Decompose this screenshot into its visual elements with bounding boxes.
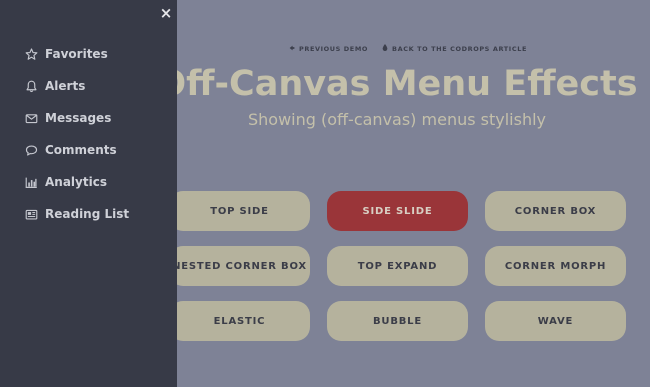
effect-button-side-slide[interactable]: SIDE SLIDE — [327, 191, 468, 231]
effect-button-corner-box[interactable]: CORNER BOX — [485, 191, 626, 231]
effect-button-wave[interactable]: WAVE — [485, 301, 626, 341]
effect-button-elastic[interactable]: ELASTIC — [169, 301, 310, 341]
sidebar-item-label: Comments — [45, 143, 117, 157]
sidebar-item-messages[interactable]: Messages — [24, 102, 129, 134]
sidebar-item-label: Analytics — [45, 175, 107, 189]
comment-icon — [24, 143, 38, 157]
sidebar-item-alerts[interactable]: Alerts — [24, 70, 129, 102]
effect-button-bubble[interactable]: BUBBLE — [327, 301, 468, 341]
envelope-icon — [24, 111, 38, 125]
newspaper-icon — [24, 207, 38, 221]
sidebar-item-comments[interactable]: Comments — [24, 134, 129, 166]
close-menu-button[interactable]: × — [158, 4, 174, 22]
bell-icon — [24, 79, 38, 93]
effect-button-nested-corner-box[interactable]: NESTED CORNER BOX — [169, 246, 310, 286]
bar-chart-icon — [24, 175, 38, 189]
back-to-article-label: BACK TO THE CODROPS ARTICLE — [392, 44, 527, 53]
star-icon — [24, 47, 38, 61]
sidebar-item-label: Alerts — [45, 79, 86, 93]
arrow-left-icon — [289, 45, 295, 53]
sidebar-menu: Favorites Alerts Messages Comments Analy… — [24, 38, 129, 230]
top-links: PREVIOUS DEMO BACK TO THE CODROPS ARTICL… — [289, 44, 527, 53]
drop-icon — [382, 44, 388, 53]
back-to-article-link[interactable]: BACK TO THE CODROPS ARTICLE — [382, 44, 527, 53]
sidebar-item-label: Messages — [45, 111, 112, 125]
sidebar-item-label: Reading List — [45, 207, 130, 221]
effect-button-top-side[interactable]: TOP SIDE — [169, 191, 310, 231]
previous-demo-label: PREVIOUS DEMO — [299, 44, 369, 53]
effect-button-top-expand[interactable]: TOP EXPAND — [327, 246, 468, 286]
sidebar-item-favorites[interactable]: Favorites — [24, 38, 129, 70]
effect-button-corner-morph[interactable]: CORNER MORPH — [485, 246, 626, 286]
sidebar-item-reading-list[interactable]: Reading List — [24, 198, 129, 230]
sidebar-item-analytics[interactable]: Analytics — [24, 166, 129, 198]
previous-demo-link[interactable]: PREVIOUS DEMO — [289, 44, 368, 53]
off-canvas-sidebar: × Favorites Alerts Messages Comments Ana… — [0, 0, 177, 387]
sidebar-item-label: Favorites — [45, 47, 108, 61]
